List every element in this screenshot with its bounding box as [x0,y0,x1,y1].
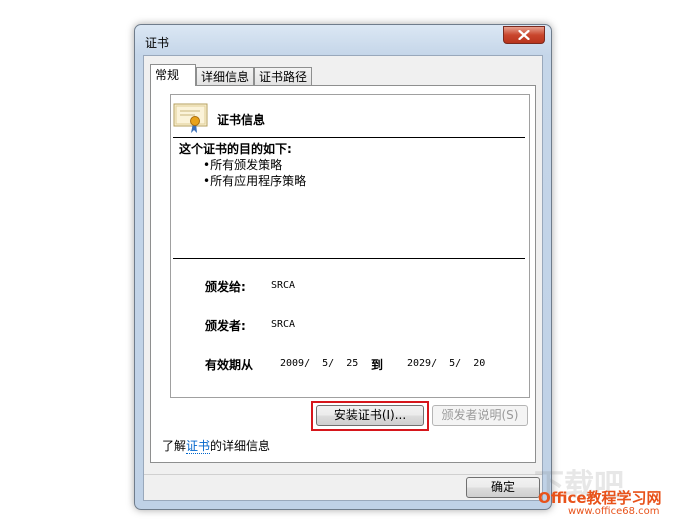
dialog-client-area: 常规 详细信息 证书路径 证书信息 这个证书的目的如下: •所有颁发策略 •所有… [143,55,543,501]
watermark-url: www.office68.com [568,506,660,517]
install-certificate-button[interactable]: 安装证书(I)... [316,405,424,426]
learn-more-suffix: 的详细信息 [210,439,271,453]
validity-label: 有效期从 [205,358,254,372]
tab-details[interactable]: 详细信息 [196,67,254,85]
learn-more-prefix: 了解 [162,439,187,453]
certificate-info-box: 证书信息 这个证书的目的如下: •所有颁发策略 •所有应用程序策略 颁发给: S… [170,94,530,398]
valid-to-value: 2029/ 5/ 20 [407,358,486,369]
validity-to-word: 到 [371,358,384,372]
ok-button[interactable]: 确定 [466,477,540,498]
certificate-heading: 证书信息 [217,113,266,127]
tab-certification-path[interactable]: 证书路径 [254,67,312,85]
purpose-item: •所有应用程序策略 [203,174,307,188]
learn-more-certificate-link[interactable]: 证书 [186,439,211,454]
tab-general[interactable]: 常规 [150,64,196,86]
watermark-brand: Office教程学习网 [538,489,662,507]
issued-by-label: 颁发者: [205,319,246,333]
heading-divider [173,137,525,138]
issuer-statement-button: 颁发者说明(S) [432,405,528,426]
purpose-title: 这个证书的目的如下: [179,142,292,156]
details-divider [173,258,525,259]
certificate-icon [173,103,208,133]
title-bar[interactable]: 证书 [135,25,551,55]
valid-from-value: 2009/ 5/ 25 [280,358,359,369]
issued-by-value: SRCA [271,319,296,330]
issued-to-label: 颁发给: [205,280,246,294]
footer-divider [144,474,542,475]
close-icon [518,30,530,40]
issued-to-value: SRCA [271,280,296,291]
close-button[interactable] [503,26,545,44]
certificate-dialog: 证书 常规 详细信息 证书路径 证书信息 这个证书的目的如下: •所有颁发策略 … [134,24,552,510]
learn-more-text: 了解证书的详细信息 [162,437,270,454]
window-title: 证书 [145,36,170,50]
tab-panel-general: 证书信息 这个证书的目的如下: •所有颁发策略 •所有应用程序策略 颁发给: S… [150,85,536,463]
purpose-item: •所有颁发策略 [203,158,283,172]
purpose-list: •所有颁发策略 •所有应用程序策略 [203,157,306,189]
